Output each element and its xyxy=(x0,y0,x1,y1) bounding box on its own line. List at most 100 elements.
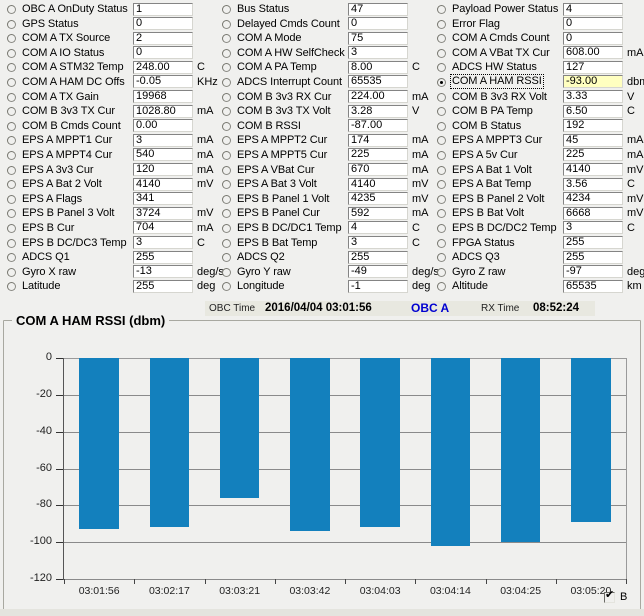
telemetry-value-field[interactable]: 3 xyxy=(133,133,193,147)
telemetry-value-field[interactable]: 225 xyxy=(563,148,623,162)
telemetry-radio[interactable] xyxy=(437,165,446,175)
telemetry-value-field[interactable]: 4 xyxy=(563,2,623,16)
telemetry-row[interactable]: Latitude 255 deg xyxy=(0,279,215,294)
telemetry-value-field[interactable]: -87.00 xyxy=(348,119,408,133)
telemetry-radio[interactable] xyxy=(7,267,16,277)
telemetry-row[interactable]: EPS B Panel 1 Volt 4235 mV xyxy=(215,192,430,207)
telemetry-radio[interactable] xyxy=(222,121,231,131)
b-checkbox-group[interactable]: B xyxy=(604,590,640,606)
telemetry-row[interactable]: Delayed Cmds Count 0 xyxy=(215,17,430,32)
telemetry-radio[interactable] xyxy=(222,92,231,102)
telemetry-value-field[interactable]: 3 xyxy=(133,236,193,249)
telemetry-radio[interactable] xyxy=(437,5,446,14)
telemetry-value-field[interactable]: 3.28 xyxy=(348,104,408,118)
telemetry-row[interactable]: COM A TX Gain 19968 xyxy=(0,90,215,105)
telemetry-radio[interactable] xyxy=(7,194,16,204)
telemetry-radio[interactable] xyxy=(7,180,16,190)
telemetry-radio[interactable] xyxy=(7,92,16,102)
telemetry-radio[interactable] xyxy=(437,267,446,277)
telemetry-row[interactable]: EPS B Bat Volt 6668 mV xyxy=(430,206,644,221)
telemetry-value-field[interactable]: 0 xyxy=(133,46,193,60)
telemetry-row[interactable]: COM A HAM DC Offs -0.05 KHz xyxy=(0,75,218,90)
telemetry-radio[interactable] xyxy=(437,107,446,117)
telemetry-row[interactable]: EPS B Bat Temp 3 C xyxy=(215,236,430,251)
telemetry-radio[interactable] xyxy=(7,238,16,248)
telemetry-row[interactable]: COM B Status 192 xyxy=(430,119,644,134)
telemetry-value-field[interactable]: -1 xyxy=(348,279,408,293)
telemetry-row[interactable]: EPS B Panel 2 Volt 4234 mV xyxy=(430,192,644,207)
telemetry-value-field[interactable]: 341 xyxy=(133,192,193,206)
telemetry-radio[interactable] xyxy=(222,165,231,175)
telemetry-radio[interactable] xyxy=(222,223,231,233)
telemetry-value-field[interactable]: -93.00 xyxy=(563,75,623,89)
telemetry-radio[interactable] xyxy=(222,238,231,248)
telemetry-row[interactable]: EPS B DC/DC1 Temp 4 C xyxy=(215,221,430,236)
telemetry-row[interactable]: EPS B DC/DC3 Temp 3 C xyxy=(0,236,215,251)
telemetry-row[interactable]: EPS A MPPT3 Cur 45 mA xyxy=(430,133,644,148)
telemetry-radio[interactable] xyxy=(437,180,446,190)
telemetry-radio[interactable] xyxy=(222,63,231,73)
telemetry-radio[interactable] xyxy=(222,194,231,204)
telemetry-radio[interactable] xyxy=(437,150,446,160)
telemetry-row[interactable]: COM A PA Temp 8.00 C xyxy=(215,60,430,75)
telemetry-value-field[interactable]: 224.00 xyxy=(348,90,408,104)
telemetry-value-field[interactable]: 65535 xyxy=(348,75,408,89)
telemetry-value-field[interactable]: 4140 xyxy=(348,177,408,191)
telemetry-value-field[interactable]: -49 xyxy=(348,265,408,279)
telemetry-value-field[interactable]: 2 xyxy=(133,31,193,45)
telemetry-row[interactable]: ADCS Interrupt Count 65535 xyxy=(215,75,430,90)
telemetry-radio[interactable] xyxy=(437,136,446,146)
telemetry-radio[interactable] xyxy=(222,267,231,277)
telemetry-radio[interactable] xyxy=(222,136,231,146)
telemetry-row[interactable]: EPS A Flags 341 xyxy=(0,192,215,207)
telemetry-value-field[interactable]: 704 xyxy=(133,221,193,235)
telemetry-value-field[interactable]: 127 xyxy=(563,60,623,74)
telemetry-radio[interactable] xyxy=(222,5,231,14)
telemetry-row[interactable]: COM A Mode 75 xyxy=(215,31,430,46)
telemetry-value-field[interactable]: -0.05 xyxy=(133,75,193,89)
telemetry-row[interactable]: COM B 3v3 TX Volt 3.28 V xyxy=(215,104,430,119)
telemetry-row[interactable]: Bus Status 47 xyxy=(215,2,430,17)
telemetry-value-field[interactable]: 670 xyxy=(348,163,408,177)
telemetry-row[interactable]: COM A IO Status 0 xyxy=(0,46,215,61)
telemetry-value-field[interactable]: 120 xyxy=(133,163,193,177)
telemetry-row[interactable]: COM A Cmds Count 0 xyxy=(430,31,644,46)
telemetry-value-field[interactable]: 3 xyxy=(348,236,408,249)
telemetry-value-field[interactable]: 0 xyxy=(563,31,623,45)
telemetry-radio[interactable] xyxy=(222,253,231,263)
telemetry-value-field[interactable]: -13 xyxy=(133,265,193,279)
telemetry-radio[interactable] xyxy=(437,48,446,58)
telemetry-radio[interactable] xyxy=(7,253,16,263)
telemetry-row[interactable]: EPS A MPPT4 Cur 540 mA xyxy=(0,148,215,163)
telemetry-value-field[interactable]: 3.56 xyxy=(563,177,623,191)
telemetry-radio[interactable] xyxy=(222,107,231,117)
telemetry-row[interactable]: GPS Status 0 xyxy=(0,17,215,32)
telemetry-value-field[interactable]: 6.50 xyxy=(563,104,623,118)
telemetry-radio[interactable] xyxy=(7,77,16,87)
telemetry-value-field[interactable]: 45 xyxy=(563,133,623,147)
telemetry-radio[interactable] xyxy=(437,92,446,102)
telemetry-radio[interactable] xyxy=(437,194,446,204)
telemetry-radio[interactable] xyxy=(437,34,446,44)
telemetry-row[interactable]: Payload Power Status 4 xyxy=(430,2,644,17)
telemetry-radio[interactable] xyxy=(7,19,16,29)
telemetry-row[interactable]: Altitude 65535 km xyxy=(430,279,644,294)
telemetry-row[interactable]: EPS A MPPT5 Cur 225 mA xyxy=(215,148,430,163)
telemetry-value-field[interactable]: 3724 xyxy=(133,206,193,220)
telemetry-row[interactable]: EPS B Panel 3 Volt 3724 mV xyxy=(0,206,215,221)
telemetry-value-field[interactable]: 255 xyxy=(563,250,623,264)
telemetry-value-field[interactable]: 255 xyxy=(133,279,193,293)
telemetry-radio[interactable] xyxy=(7,136,16,146)
telemetry-value-field[interactable]: 3 xyxy=(348,46,408,60)
telemetry-value-field[interactable]: 8.00 xyxy=(348,60,408,74)
telemetry-row[interactable]: ADCS Q2 255 xyxy=(215,250,430,265)
telemetry-value-field[interactable]: 255 xyxy=(348,250,408,264)
telemetry-row[interactable]: COM B 3v3 TX Cur 1028.80 mA xyxy=(0,104,215,119)
telemetry-row[interactable]: ADCS Q1 255 xyxy=(0,250,215,265)
telemetry-radio[interactable] xyxy=(437,63,446,73)
telemetry-radio[interactable] xyxy=(7,282,16,292)
telemetry-radio[interactable] xyxy=(222,282,231,292)
telemetry-radio[interactable] xyxy=(437,209,446,219)
telemetry-row[interactable]: EPS B Panel Cur 592 mA xyxy=(215,206,430,221)
telemetry-radio[interactable] xyxy=(222,209,231,219)
